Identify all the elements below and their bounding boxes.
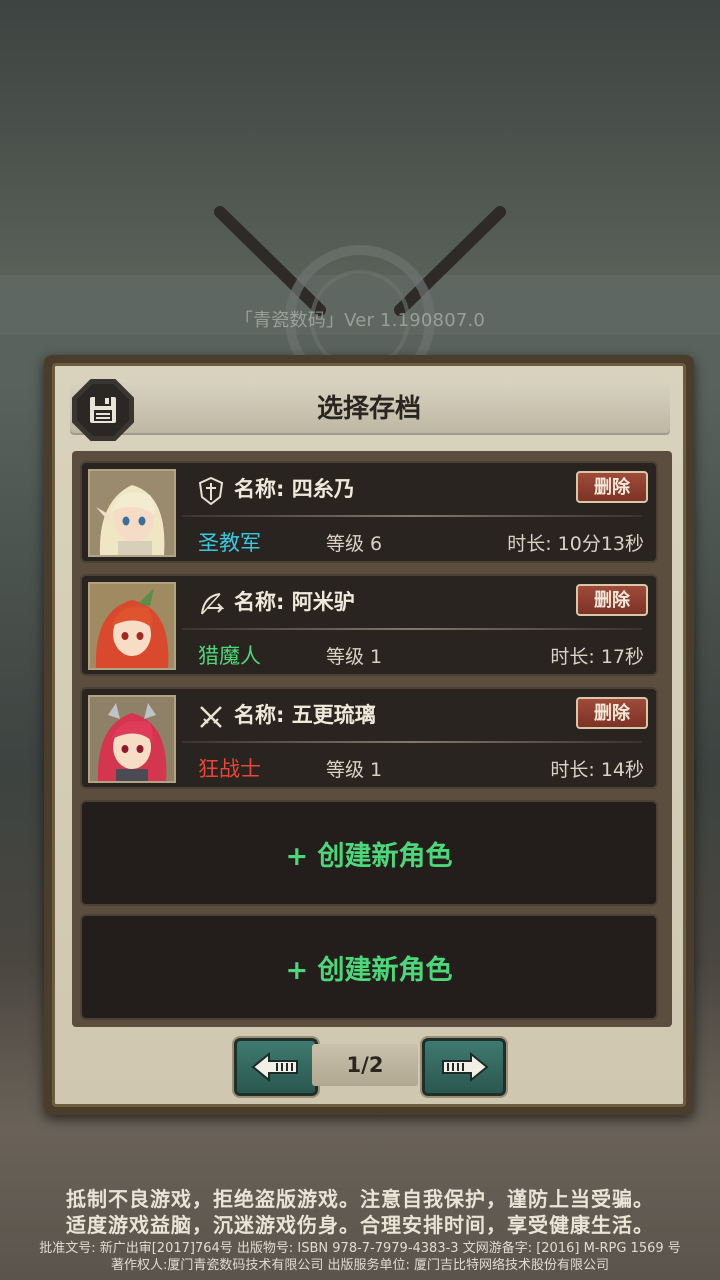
create-character-slot-1[interactable]: + 创建新角色 — [80, 800, 658, 906]
crossed-swords-icon — [200, 706, 222, 728]
next-page-button[interactable] — [422, 1038, 506, 1096]
character-class: 猎魔人 — [198, 644, 261, 668]
cross-shield-icon — [198, 477, 224, 505]
play-duration: 时长: 14秒 — [550, 759, 644, 781]
character-portrait — [88, 695, 176, 783]
save-select-dialog: 选择存档 名称: 四糸乃 删除 圣教军 等级 6 时长: 10分13秒 名称: … — [44, 355, 694, 1115]
dialog-title: 选择存档 — [316, 394, 421, 424]
save-slot-2[interactable]: 名称: 阿米驴 删除 猎魔人 等级 1 时长: 17秒 — [80, 574, 658, 676]
character-level: 等级 1 — [326, 646, 383, 668]
character-level: 等级 1 — [326, 759, 383, 781]
character-name: 名称: 阿米驴 — [234, 590, 355, 614]
page-indicator: 1/2 — [312, 1044, 418, 1086]
save-slot-3[interactable]: 名称: 五更琉璃 删除 狂战士 等级 1 时长: 14秒 — [80, 687, 658, 789]
prev-page-button[interactable] — [234, 1038, 318, 1096]
character-portrait — [88, 582, 176, 670]
play-duration: 时长: 17秒 — [550, 646, 644, 668]
health-notice-line-1: 抵制不良游戏，拒绝盗版游戏。注意自我保护，谨防上当受骗。 — [66, 1187, 654, 1211]
create-character-slot-2[interactable]: + 创建新角色 — [80, 914, 658, 1020]
play-duration: 时长: 10分13秒 — [507, 533, 644, 555]
delete-button[interactable]: 删除 — [576, 584, 648, 616]
slot-divider — [182, 628, 642, 630]
health-notice-line-2: 适度游戏益脑，沉迷游戏伤身。合理安排时间，享受健康生活。 — [66, 1213, 654, 1237]
character-name: 名称: 四糸乃 — [234, 477, 355, 501]
character-level: 等级 6 — [326, 533, 383, 555]
create-character-label: + 创建新角色 — [285, 840, 453, 872]
character-portrait — [88, 469, 176, 557]
pagination: 1/2 — [230, 1038, 506, 1096]
create-character-label: + 创建新角色 — [285, 954, 453, 986]
character-class: 狂战士 — [198, 757, 261, 781]
license-info-line-2: 著作权人:厦门青瓷数码技术有限公司 出版服务单位: 厦门吉比特网络技术股份有限公… — [110, 1258, 610, 1273]
crossed-swords-emblem — [214, 206, 506, 370]
slot-divider — [182, 741, 642, 743]
slot-divider — [182, 515, 642, 517]
arrow-left-icon — [251, 1052, 298, 1082]
arrow-right-icon — [442, 1052, 489, 1082]
character-class: 圣教军 — [198, 531, 261, 555]
character-name: 名称: 五更琉璃 — [234, 703, 376, 727]
crossbow-icon — [201, 593, 224, 615]
version-label: 「青瓷数码」Ver 1.190807.0 — [234, 310, 486, 331]
save-slot-1[interactable]: 名称: 四糸乃 删除 圣教军 等级 6 时长: 10分13秒 — [80, 461, 658, 563]
delete-button[interactable]: 删除 — [576, 471, 648, 503]
delete-button[interactable]: 删除 — [576, 697, 648, 729]
